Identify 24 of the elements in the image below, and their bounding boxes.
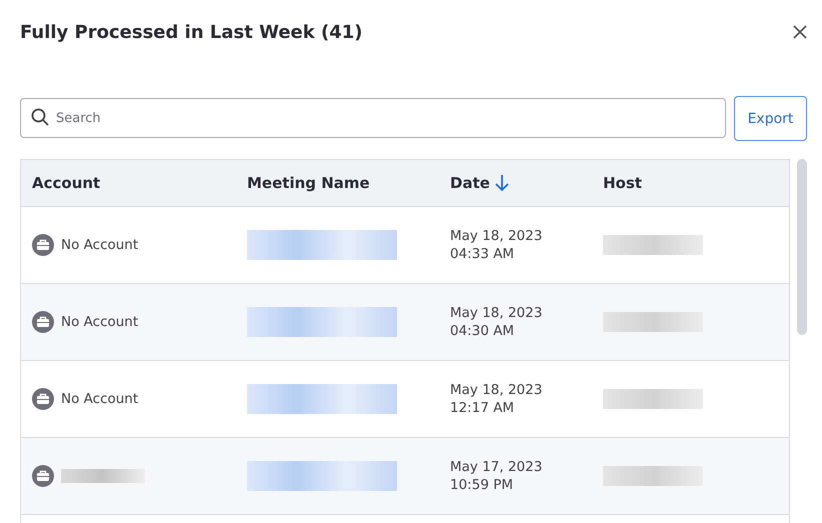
- briefcase-icon: [32, 465, 54, 487]
- meeting-time: 04:33 AM: [450, 246, 514, 262]
- dialog-title: Fully Processed in Last Week (41): [20, 22, 362, 42]
- export-button[interactable]: Export: [734, 96, 807, 141]
- meeting-date: May 18, 2023: [450, 228, 542, 244]
- briefcase-icon: [32, 388, 54, 410]
- column-header[interactable]: Host: [603, 174, 642, 192]
- account-name: No Account: [61, 391, 138, 407]
- meeting-date: May 17, 2023: [450, 459, 542, 475]
- search-field[interactable]: Search: [20, 98, 726, 138]
- sort-arrow-icon[interactable]: [494, 174, 510, 192]
- column-header[interactable]: Account: [32, 174, 100, 192]
- meeting-time: 04:30 AM: [450, 323, 514, 339]
- column-header[interactable]: Date: [450, 174, 490, 192]
- column-header[interactable]: Meeting Name: [247, 174, 370, 192]
- meeting-date: May 18, 2023: [450, 382, 542, 398]
- meeting-time: 12:17 AM: [450, 400, 514, 416]
- account-name: No Account: [61, 314, 138, 330]
- meeting-time: 10:59 PM: [450, 477, 513, 493]
- briefcase-icon: [32, 234, 54, 256]
- account-name: No Account: [61, 237, 138, 253]
- meeting-date: May 18, 2023: [450, 305, 542, 321]
- close-icon[interactable]: [793, 25, 807, 39]
- briefcase-icon: [32, 311, 54, 333]
